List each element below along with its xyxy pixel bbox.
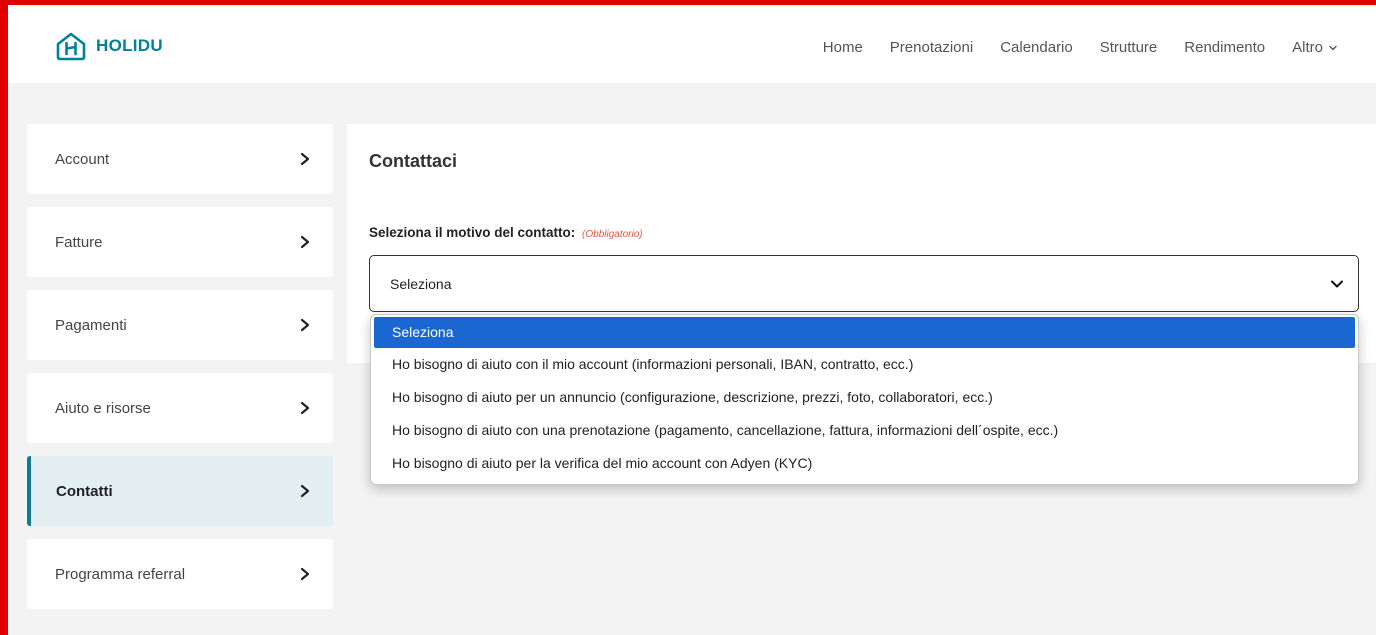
required-marker: (Obbligatorio) [582,229,643,240]
sidebar-item-fatture[interactable]: Fatture [27,207,333,277]
nav-calendario[interactable]: Calendario [1000,39,1073,56]
chevron-right-icon [300,318,310,332]
chevron-right-icon [300,567,310,581]
dropdown-option-seleziona[interactable]: Seleziona [374,317,1355,348]
holidu-logo[interactable]: HOLIDU [54,31,163,61]
house-logo-icon [56,32,86,61]
chevron-right-icon [300,152,310,166]
nav-prenotazioni[interactable]: Prenotazioni [890,39,973,56]
sidebar-item-label: Aiuto e risorse [55,399,151,417]
sidebar-item-label: Fatture [55,233,103,251]
contact-reason-label-text: Seleziona il motivo del contatto: [369,225,576,240]
page-title: Contattaci [369,151,458,171]
sidebar-item-label: Pagamenti [55,316,127,334]
dropdown-option-account[interactable]: Ho bisogno di aiuto con il mio account (… [371,348,1358,381]
sidebar-item-label: Account [55,150,110,168]
brand-name: HOLIDU [96,36,163,55]
contact-reason-dropdown: Seleziona Ho bisogno di aiuto con il mio… [370,314,1359,485]
sidebar-item-pagamenti[interactable]: Pagamenti [27,290,333,360]
chevron-right-icon [300,235,310,249]
nav-strutture[interactable]: Strutture [1100,39,1158,56]
sidebar-item-label: Contatti [56,482,113,500]
main-nav: Home Prenotazioni Calendario Strutture R… [823,39,1338,56]
chevron-right-icon [300,484,310,498]
dropdown-option-prenotazione[interactable]: Ho bisogno di aiuto con una prenotazione… [371,414,1358,447]
sidebar-item-contatti[interactable]: Contatti [27,456,333,526]
chevron-right-icon [300,401,310,415]
dropdown-option-annuncio[interactable]: Ho bisogno di aiuto per un annuncio (con… [371,381,1358,414]
sidebar-item-label: Programma referral [55,565,186,583]
nav-rendimento[interactable]: Rendimento [1184,39,1265,56]
sidebar-item-account[interactable]: Account [27,124,333,194]
chevron-down-icon [1329,45,1337,50]
contact-reason-label: Seleziona il motivo del contatto: (Obbli… [369,225,643,240]
top-navbar: HOLIDU Home Prenotazioni Calendario Stru… [8,5,1376,83]
sidebar-item-programma-referral[interactable]: Programma referral [27,539,333,609]
select-value: Seleziona [390,275,452,292]
nav-altro-label: Altro [1292,39,1323,56]
nav-home[interactable]: Home [823,39,863,56]
contact-reason-select[interactable]: Seleziona [369,255,1359,312]
nav-altro[interactable]: Altro [1292,39,1338,56]
chevron-down-icon [1331,280,1343,287]
dropdown-option-verifica-adyen[interactable]: Ho bisogno di aiuto per la verifica del … [371,447,1358,480]
sidebar-item-aiuto-e-risorse[interactable]: Aiuto e risorse [27,373,333,443]
